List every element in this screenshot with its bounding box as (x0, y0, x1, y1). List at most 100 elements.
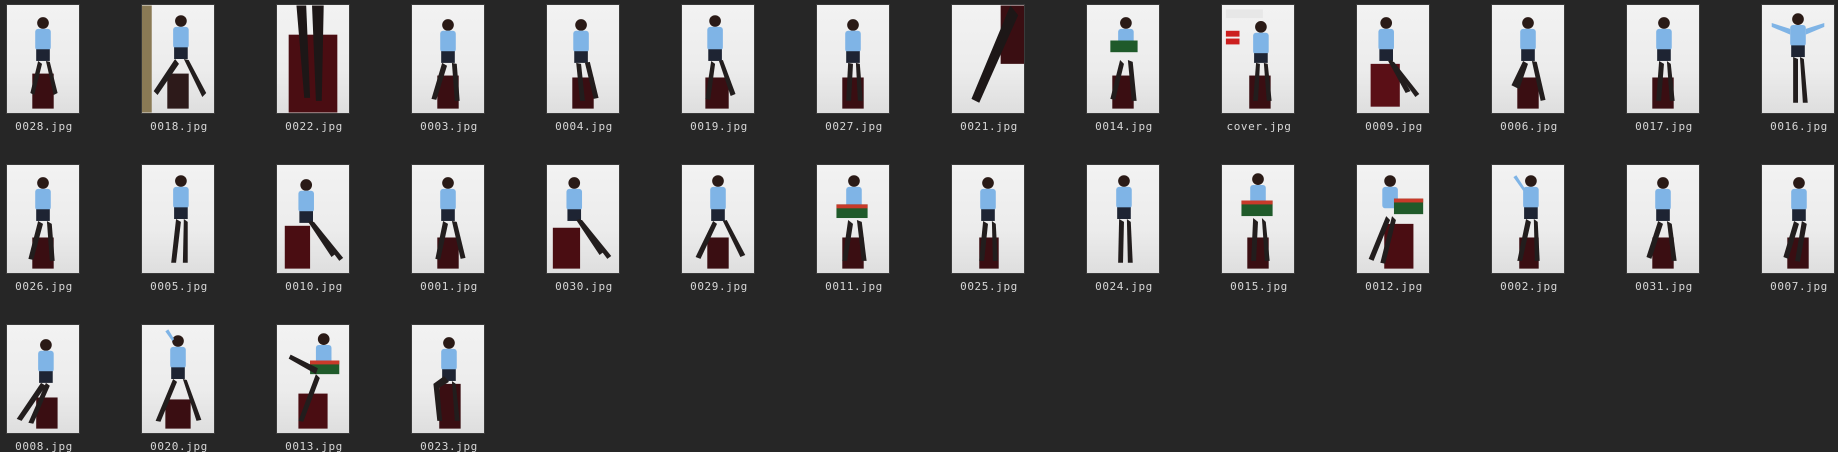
file-name: 0013.jpg (285, 440, 343, 452)
photo-thumbnail[interactable] (816, 4, 890, 114)
photo-figure (288, 5, 338, 113)
photo-figure (30, 17, 58, 109)
photo-thumbnail[interactable] (141, 4, 215, 114)
file-tile[interactable]: 0030.jpg (540, 160, 675, 300)
photo-thumbnail[interactable] (1086, 4, 1160, 114)
file-tile[interactable]: 0019.jpg (675, 0, 810, 140)
photo-figure (171, 175, 189, 263)
file-tile[interactable]: 0028.jpg (0, 0, 135, 140)
photo-thumbnail[interactable] (1221, 4, 1295, 114)
photo-figure (979, 177, 999, 269)
photo-thumbnail[interactable] (1761, 164, 1835, 274)
photo-thumbnail[interactable] (411, 324, 485, 434)
file-name: 0003.jpg (420, 120, 478, 133)
file-tile[interactable]: 0006.jpg (1485, 0, 1620, 140)
file-tile[interactable]: 0003.jpg (405, 0, 540, 140)
file-name: 0020.jpg (150, 440, 208, 452)
file-tile[interactable]: 0020.jpg (135, 320, 270, 452)
file-tile[interactable]: 0005.jpg (135, 160, 270, 300)
file-name: 0026.jpg (15, 280, 73, 293)
file-tile[interactable]: 0012.jpg (1350, 160, 1485, 300)
photo-thumbnail[interactable] (681, 164, 755, 274)
photo-figure (572, 19, 599, 109)
file-tile[interactable]: 0016.jpg (1755, 0, 1838, 140)
file-tile[interactable]: 0024.jpg (1080, 160, 1215, 300)
file-name: 0019.jpg (690, 120, 748, 133)
photo-thumbnail[interactable] (951, 4, 1025, 114)
photo-figure (1225, 9, 1272, 109)
photo-thumbnail[interactable] (411, 164, 485, 274)
photo-thumbnail[interactable] (1761, 4, 1835, 114)
photo-thumbnail[interactable] (276, 4, 350, 114)
file-tile[interactable]: 0021.jpg (945, 0, 1080, 140)
file-tile[interactable]: 0027.jpg (810, 0, 945, 140)
file-name: 0023.jpg (420, 440, 478, 452)
photo-figure (1771, 13, 1825, 103)
photo-thumbnail[interactable] (276, 324, 350, 434)
photo-thumbnail[interactable] (1626, 164, 1700, 274)
photo-thumbnail[interactable] (816, 164, 890, 274)
file-tile[interactable]: 0025.jpg (945, 160, 1080, 300)
file-name: 0015.jpg (1230, 280, 1288, 293)
file-tile[interactable]: 0018.jpg (135, 0, 270, 140)
photo-thumbnail[interactable] (1086, 164, 1160, 274)
file-tile[interactable]: 0022.jpg (270, 0, 405, 140)
file-tile[interactable]: 0002.jpg (1485, 160, 1620, 300)
photo-thumbnail[interactable] (6, 164, 80, 274)
photo-thumbnail[interactable] (276, 164, 350, 274)
photo-thumbnail[interactable] (1221, 164, 1295, 274)
file-tile[interactable]: 0004.jpg (540, 0, 675, 140)
photo-thumbnail[interactable] (411, 4, 485, 114)
photo-figure (842, 19, 864, 109)
photo-figure (28, 177, 55, 269)
file-tile[interactable]: 0008.jpg (0, 320, 135, 452)
file-tile[interactable]: 0014.jpg (1080, 0, 1215, 140)
photo-thumbnail[interactable] (6, 324, 80, 434)
photo-figure (1646, 177, 1677, 269)
photo-thumbnail[interactable] (1626, 4, 1700, 114)
file-tile[interactable]: 0031.jpg (1620, 160, 1755, 300)
photo-thumbnail[interactable] (141, 324, 215, 434)
file-name: cover.jpg (1226, 120, 1292, 133)
file-tile[interactable]: 0011.jpg (810, 160, 945, 300)
file-name: 0005.jpg (150, 280, 208, 293)
photo-thumbnail[interactable] (1356, 4, 1430, 114)
file-name: 0012.jpg (1365, 280, 1423, 293)
photo-thumbnail[interactable] (1356, 164, 1430, 274)
photo-figure (1241, 173, 1273, 269)
file-tile[interactable]: 0007.jpg (1755, 160, 1838, 300)
photo-figure (695, 175, 746, 269)
photo-figure (1110, 17, 1138, 109)
photo-thumbnail[interactable] (951, 164, 1025, 274)
file-tile[interactable]: 0001.jpg (405, 160, 540, 300)
file-name: 0029.jpg (690, 280, 748, 293)
file-name: 0018.jpg (150, 120, 208, 133)
file-name: 0017.jpg (1635, 120, 1693, 133)
file-tile[interactable]: 0015.jpg (1215, 160, 1350, 300)
file-tile[interactable]: 0026.jpg (0, 160, 135, 300)
file-tile[interactable]: 0029.jpg (675, 160, 810, 300)
photo-figure (155, 329, 202, 429)
photo-thumbnail[interactable] (1491, 4, 1565, 114)
photo-thumbnail[interactable] (681, 4, 755, 114)
photo-thumbnail[interactable] (6, 4, 80, 114)
photo-thumbnail[interactable] (546, 164, 620, 274)
photo-thumbnail[interactable] (546, 4, 620, 114)
photo-thumbnail[interactable] (141, 164, 215, 274)
file-name: 0025.jpg (960, 280, 1018, 293)
file-name: 0021.jpg (960, 120, 1018, 133)
photo-figure (1511, 17, 1546, 109)
photo-thumbnail[interactable] (1491, 164, 1565, 274)
photo-figure (1370, 17, 1420, 107)
file-tile[interactable]: 0009.jpg (1350, 0, 1485, 140)
file-name: 0009.jpg (1365, 120, 1423, 133)
photo-figure (836, 175, 868, 269)
photo-figure (1652, 17, 1675, 109)
file-tile[interactable]: cover.jpg (1215, 0, 1350, 140)
file-tile[interactable]: 0017.jpg (1620, 0, 1755, 140)
photo-figure (433, 337, 461, 429)
file-name: 0028.jpg (15, 120, 73, 133)
file-tile[interactable]: 0013.jpg (270, 320, 405, 452)
file-tile[interactable]: 0010.jpg (270, 160, 405, 300)
file-tile[interactable]: 0023.jpg (405, 320, 540, 452)
